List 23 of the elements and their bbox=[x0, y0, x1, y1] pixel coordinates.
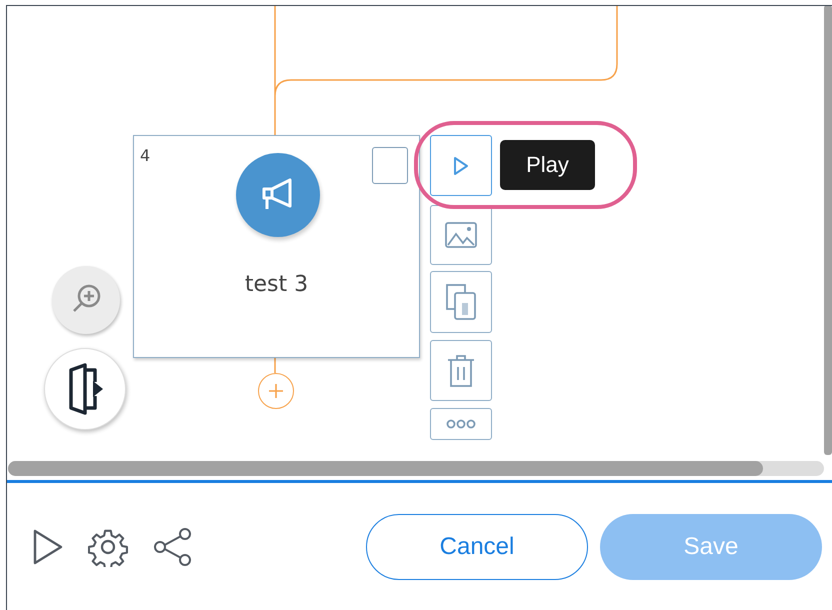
exit-button[interactable] bbox=[44, 348, 126, 430]
add-icon[interactable] bbox=[258, 373, 294, 409]
play-icon[interactable] bbox=[32, 528, 64, 566]
node-card[interactable]: 4 test 3 bbox=[133, 135, 420, 358]
play-icon bbox=[452, 154, 470, 176]
tooltip: Play bbox=[500, 140, 595, 190]
dots-icon bbox=[445, 418, 477, 430]
node-number: 4 bbox=[140, 146, 150, 165]
vertical-scrollbar[interactable] bbox=[824, 6, 832, 455]
zoom-in-button[interactable] bbox=[52, 266, 120, 334]
trash-button[interactable] bbox=[430, 340, 492, 401]
image-icon bbox=[444, 221, 478, 249]
copy-icon bbox=[445, 283, 477, 321]
play-button[interactable] bbox=[430, 135, 492, 196]
image-button[interactable] bbox=[430, 205, 492, 265]
horizontal-scrollbar[interactable] bbox=[8, 461, 824, 476]
node-title: test 3 bbox=[244, 272, 310, 297]
cancel-button[interactable]: Cancel bbox=[366, 514, 588, 580]
share-icon[interactable] bbox=[152, 526, 194, 568]
trash-icon bbox=[445, 354, 477, 388]
more-button[interactable] bbox=[430, 408, 492, 440]
node-checkbox[interactable] bbox=[372, 147, 408, 184]
copy-button[interactable] bbox=[430, 271, 492, 333]
